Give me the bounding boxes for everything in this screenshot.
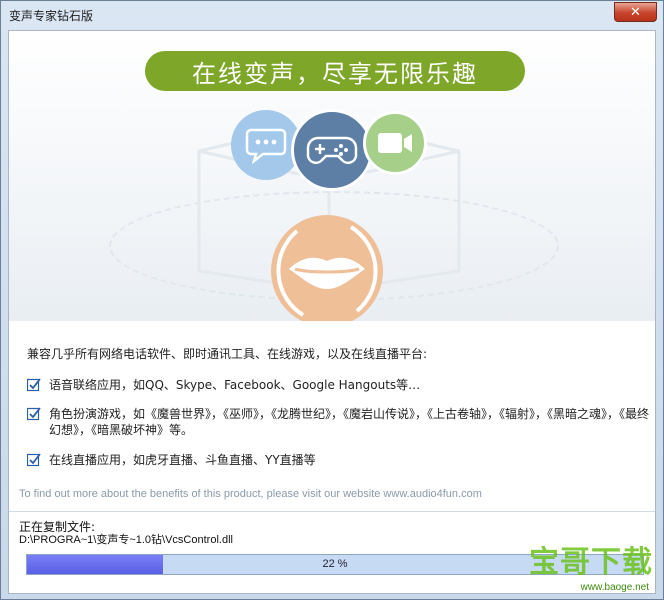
- feature-text: 语音联络应用，如QQ、Skype、Facebook、Google Hangout…: [49, 378, 421, 392]
- video-camera-icon: [363, 111, 427, 175]
- window-title: 变声专家钻石版: [9, 9, 94, 23]
- checkmark-icon: [27, 378, 41, 392]
- feature-text: 在线直播应用，如虎牙直播、斗鱼直播、YY直播等: [49, 453, 316, 467]
- website-note: To find out more about the benefits of t…: [19, 488, 482, 500]
- gamepad-icon: [291, 109, 373, 191]
- feature-item: 在线直播应用，如虎牙直播、斗鱼直播、YY直播等: [27, 452, 316, 468]
- watermark-url: www.baoge.net: [580, 582, 649, 593]
- installer-window: 变声专家钻石版 ✕ 在线变声，尽享无限乐趣 兼容几乎所有网络电话软件、即时通讯工…: [0, 0, 664, 600]
- title-bar[interactable]: 变声专家钻石版 ✕: [1, 1, 663, 29]
- hero-graphic: 在线变声，尽享无限乐趣: [9, 31, 655, 321]
- checkmark-icon: [27, 453, 41, 467]
- close-button[interactable]: ✕: [614, 2, 657, 22]
- feature-text: 角色扮演游戏，如《魔兽世界》，《巫师》，《龙腾世纪》，《魔岩山传说》，《上古卷轴…: [49, 407, 650, 437]
- feature-item: 语音联络应用，如QQ、Skype、Facebook、Google Hangout…: [27, 377, 420, 393]
- feature-panel: 兼容几乎所有网络电话软件、即时通讯工具、在线游戏，以及在线直播平台: 语音联络应…: [9, 321, 655, 501]
- intro-text: 兼容几乎所有网络电话软件、即时通讯工具、在线游戏，以及在线直播平台:: [27, 347, 428, 361]
- watermark-logo: 宝哥下载 www.baoge.net: [483, 537, 653, 593]
- watermark-text: 宝哥下载: [529, 545, 653, 580]
- checkmark-icon: [27, 407, 41, 421]
- client-area: 在线变声，尽享无限乐趣 兼容几乎所有网络电话软件、即时通讯工具、在线游戏，以及在…: [8, 30, 656, 594]
- feature-item: 角色扮演游戏，如《魔兽世界》，《巫师》，《龙腾世纪》，《魔岩山传说》，《上古卷轴…: [27, 406, 653, 438]
- divider: [9, 511, 655, 512]
- lips-icon: [271, 215, 383, 321]
- copy-file-path: D:\PROGRA~1\变声专~1.0钻\VcsControl.dll: [19, 534, 233, 546]
- banner: 在线变声，尽享无限乐趣: [145, 51, 525, 91]
